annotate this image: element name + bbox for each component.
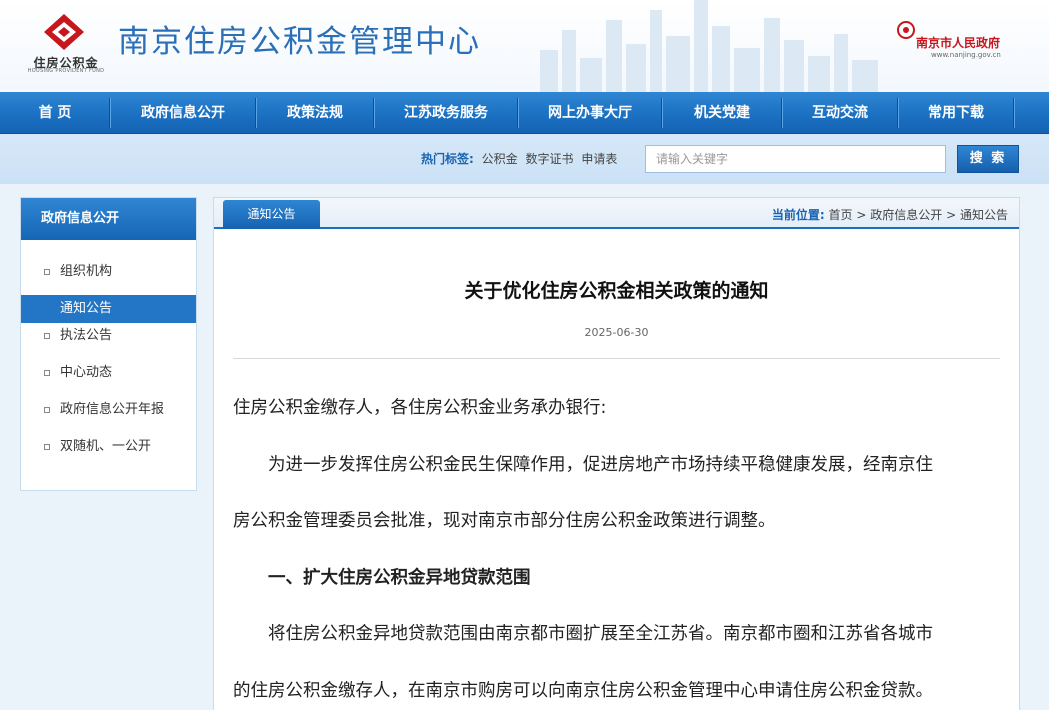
article-date: 2025-06-30 — [584, 326, 649, 339]
square-bullet-icon — [44, 333, 50, 339]
main-navigation: 首 页 政府信息公开 政策法规 江苏政务服务 网上办事大厅 机关党建 互动交流 … — [0, 92, 1049, 134]
search-button[interactable]: 搜 索 — [957, 145, 1019, 173]
logo-subtext: HOUSING PROVIDENT FUND — [27, 68, 105, 74]
breadcrumb-notices[interactable]: 通知公告 — [960, 208, 1008, 222]
sidebar-item-annual-report[interactable]: 政府信息公开年报 — [21, 396, 196, 424]
gov-portal-url: www.nanjing.gov.cn — [931, 51, 1001, 59]
article-salutation: 住房公积金缴存人，各住房公积金业务承办银行: — [233, 398, 607, 418]
panel-header: 通知公告 当前位置: 首页 > 政府信息公开 > 通知公告 — [214, 198, 1019, 229]
title-divider — [233, 358, 1000, 359]
sidebar-item-label: 执法公告 — [60, 328, 113, 343]
article-paragraph: 为进一步发挥住房公积金民生保障作用，促进房地产市场持续平稳健康发展，经南京住 — [233, 455, 933, 475]
nav-divider — [1013, 98, 1015, 128]
sidebar-item-label: 政府信息公开年报 — [60, 402, 165, 417]
sidebar-item-organization[interactable]: 组织机构 — [21, 258, 196, 286]
article-paragraph: 的住房公积金缴存人，在南京市购房可以向南京住房公积金管理中心申请住房公积金贷款。 — [233, 681, 933, 701]
nav-item-policies[interactable]: 政策法规 — [257, 92, 373, 134]
sidebar-item-enforcement[interactable]: 执法公告 — [21, 322, 196, 350]
breadcrumb-label: 当前位置: — [771, 208, 825, 222]
article-section-heading: 一、扩大住房公积金异地贷款范围 — [233, 568, 531, 588]
hot-tag-link[interactable]: 数字证书 — [525, 152, 573, 166]
square-bullet-icon — [44, 407, 50, 413]
nav-item-gov-info[interactable]: 政府信息公开 — [111, 92, 255, 134]
housing-fund-logo-icon — [44, 14, 84, 50]
breadcrumb-gov-info[interactable]: 政府信息公开 — [870, 208, 942, 222]
nav-item-jiangsu-services[interactable]: 江苏政务服务 — [375, 92, 517, 134]
breadcrumb-separator: > — [856, 208, 867, 222]
site-header: 住房公积金 HOUSING PROVIDENT FUND 南京住房公积金管理中心… — [0, 0, 1049, 92]
hot-tags: 热门标签: 公积金 数字证书 申请表 — [421, 150, 617, 167]
article-title: 关于优化住房公积金相关政策的通知 — [464, 280, 769, 302]
city-skyline-illustration — [540, 0, 878, 92]
article-panel: 通知公告 当前位置: 首页 > 政府信息公开 > 通知公告 关于优化住房公积金相… — [213, 197, 1020, 710]
breadcrumb-home[interactable]: 首页 — [829, 208, 853, 222]
square-bullet-icon — [44, 269, 50, 275]
hot-tag-link[interactable]: 公积金 — [482, 152, 518, 166]
nav-item-party-building[interactable]: 机关党建 — [663, 92, 781, 134]
nav-item-downloads[interactable]: 常用下载 — [899, 92, 1013, 134]
nav-item-home[interactable]: 首 页 — [0, 92, 110, 134]
sidebar-item-notices[interactable]: 通知公告 — [21, 295, 196, 323]
square-bullet-icon — [44, 444, 50, 450]
breadcrumb-separator: > — [946, 208, 957, 222]
sidebar-item-random-inspection[interactable]: 双随机、一公开 — [21, 433, 196, 461]
sidebar-item-label: 组织机构 — [60, 264, 113, 279]
sidebar-item-label: 双随机、一公开 — [60, 439, 152, 454]
sidebar-item-label: 中心动态 — [60, 365, 113, 380]
nav-item-interaction[interactable]: 互动交流 — [783, 92, 897, 134]
breadcrumb: 当前位置: 首页 > 政府信息公开 > 通知公告 — [772, 206, 1008, 223]
tab-notices[interactable]: 通知公告 — [223, 200, 320, 229]
article-paragraph: 将住房公积金异地贷款范围由南京都市圈扩展至全江苏省。南京都市圈和江苏省各城市 — [233, 624, 933, 644]
square-bullet-icon — [44, 370, 50, 376]
gov-portal-link[interactable]: 南京市人民政府 — [916, 34, 1000, 51]
site-title[interactable]: 南京住房公积金管理中心 — [118, 16, 481, 61]
article-paragraph: 房公积金管理委员会批准，现对南京市部分住房公积金政策进行调整。 — [233, 511, 776, 531]
search-bar: 热门标签: 公积金 数字证书 申请表 搜 索 — [0, 134, 1049, 184]
government-emblem-icon — [897, 21, 915, 39]
sidebar-item-news[interactable]: 中心动态 — [21, 359, 196, 387]
sidebar: 政府信息公开 组织机构 通知公告 执法公告 中心动态 政府信息公开年报 双随机、… — [20, 197, 197, 491]
hot-tags-label: 热门标签: — [421, 152, 474, 166]
sidebar-item-label: 通知公告 — [60, 301, 113, 316]
sidebar-title: 政府信息公开 — [21, 198, 196, 240]
nav-item-online-hall[interactable]: 网上办事大厅 — [519, 92, 661, 134]
hot-tag-link[interactable]: 申请表 — [581, 152, 617, 166]
search-input[interactable] — [645, 145, 946, 173]
